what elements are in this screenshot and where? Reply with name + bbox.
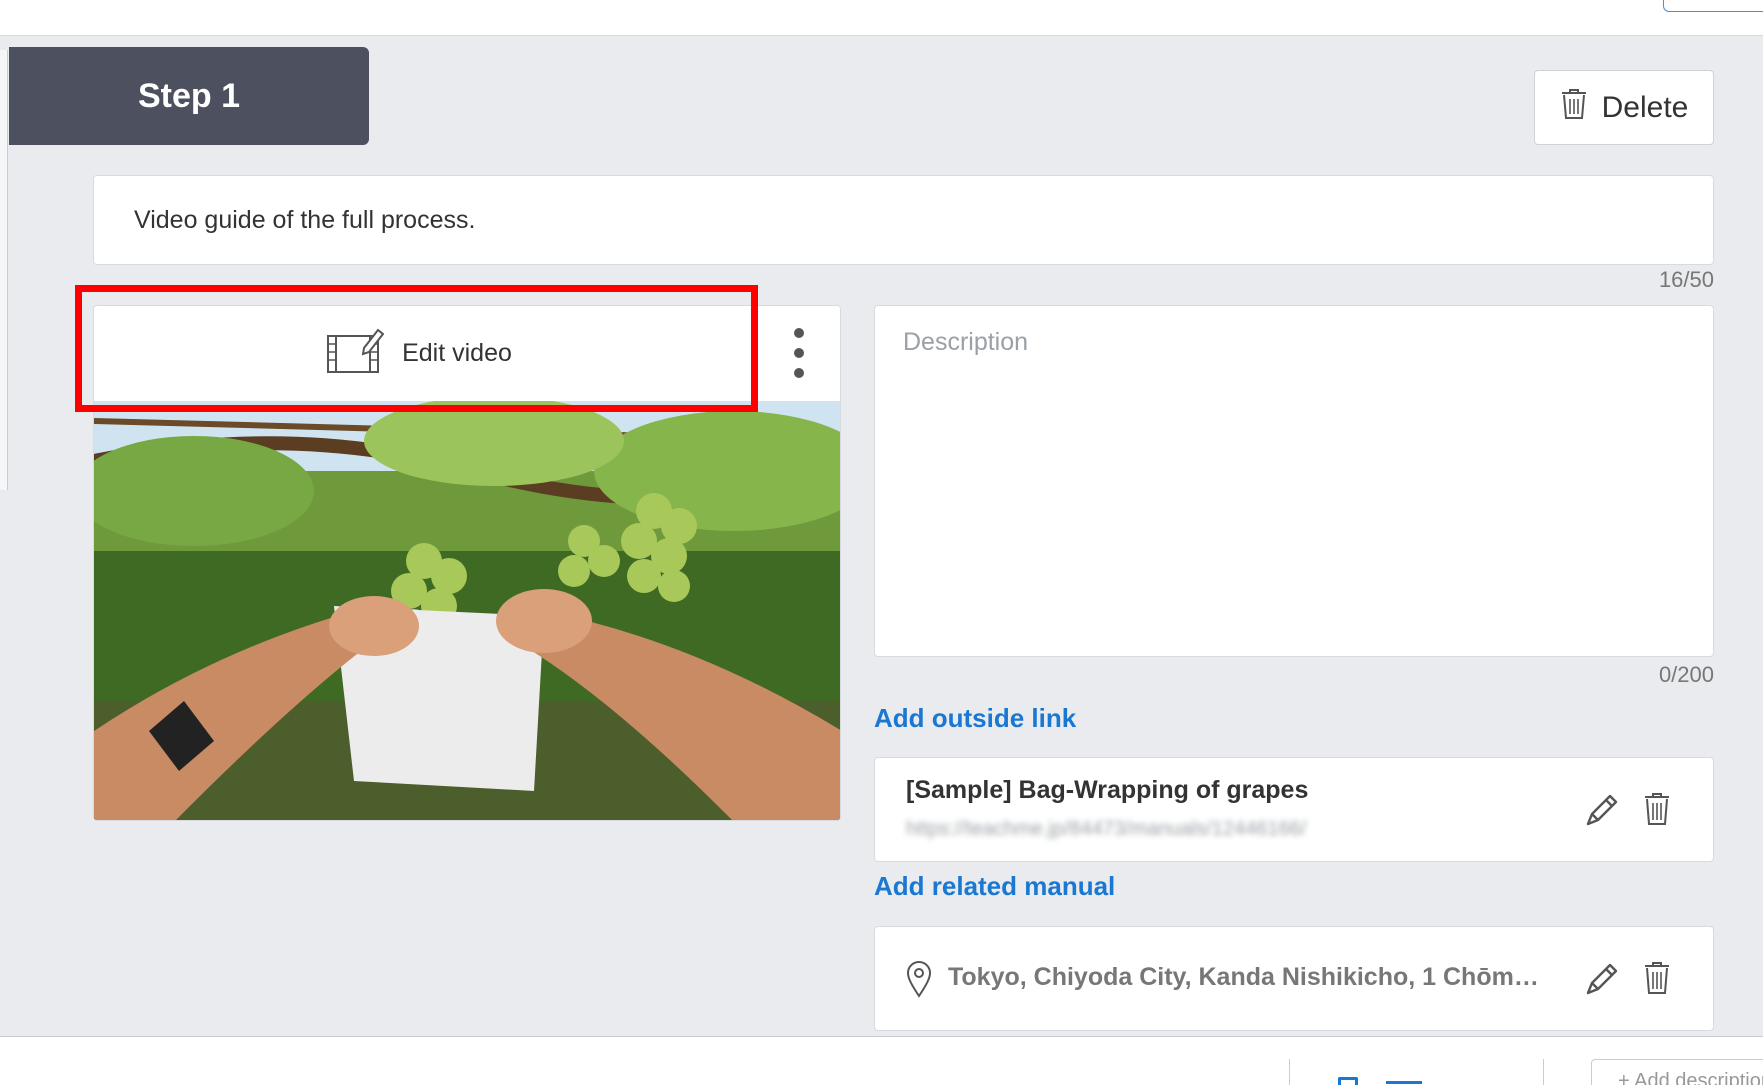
manual-url: https://teachme.jp/84473/manuals/1244616… — [906, 818, 1307, 840]
manual-title: [Sample] Bag-Wrapping of grapes — [906, 776, 1309, 804]
add-outside-link[interactable]: Add outside link — [874, 703, 1076, 734]
step-title-field[interactable]: Video guide of the full process. — [93, 175, 1714, 265]
delete-step-button[interactable]: Delete — [1534, 70, 1714, 145]
step-title-value: Video guide of the full process. — [134, 205, 476, 234]
video-thumbnail[interactable] — [94, 401, 840, 820]
header-action-button[interactable] — [1663, 0, 1763, 12]
trash-icon[interactable] — [1635, 785, 1679, 833]
edit-video-label: Edit video — [402, 339, 512, 367]
video-toolbar: Edit video — [94, 306, 840, 401]
left-scrollbar[interactable] — [0, 50, 8, 490]
delete-label: Delete — [1601, 90, 1689, 124]
more-vertical-icon[interactable] — [784, 328, 814, 378]
description-char-counter: 0/200 — [1658, 662, 1714, 687]
document-icon[interactable] — [1338, 1077, 1358, 1085]
location-text: Tokyo, Chiyoda City, Kanda Nishikicho, 1… — [948, 963, 1548, 991]
bottom-bar: + Add description — [0, 1036, 1763, 1085]
top-bar — [0, 0, 1763, 36]
pencil-icon[interactable] — [1580, 955, 1624, 1003]
title-char-counter: 16/50 — [1658, 267, 1714, 292]
video-card: Edit video — [93, 305, 841, 821]
location-card: Tokyo, Chiyoda City, Kanda Nishikicho, 1… — [874, 926, 1714, 1031]
trash-icon[interactable] — [1635, 954, 1679, 1002]
map-pin-icon — [905, 960, 933, 1003]
linked-manual-card: [Sample] Bag-Wrapping of grapes https://… — [874, 757, 1714, 862]
step-tab: Step 1 — [9, 47, 369, 145]
film-edit-icon — [326, 326, 385, 381]
add-description-button[interactable]: + Add description — [1591, 1059, 1763, 1085]
video-preview-image — [94, 401, 840, 820]
add-related-manual[interactable]: Add related manual — [874, 871, 1115, 902]
trash-icon — [1560, 87, 1588, 129]
edit-video-button[interactable]: Edit video — [94, 306, 744, 401]
pencil-icon[interactable] — [1580, 786, 1624, 834]
bottom-action-icon[interactable] — [1386, 1081, 1422, 1085]
step-label: Step 1 — [137, 76, 241, 115]
description-field[interactable]: Description — [874, 305, 1714, 657]
divider — [1543, 1059, 1544, 1085]
divider — [1289, 1059, 1290, 1085]
description-placeholder: Description — [903, 328, 1029, 356]
